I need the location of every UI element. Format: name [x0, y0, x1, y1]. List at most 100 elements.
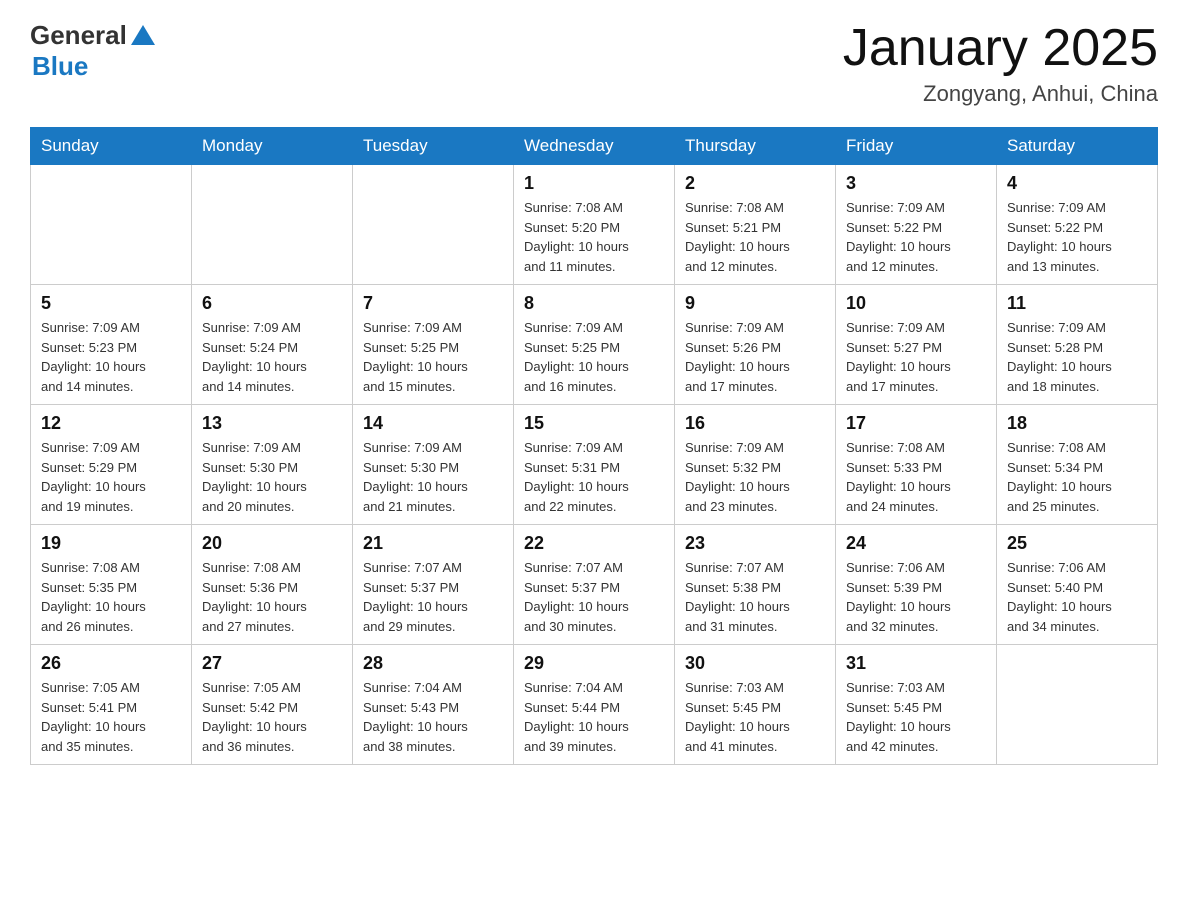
calendar-table: SundayMondayTuesdayWednesdayThursdayFrid… [30, 127, 1158, 765]
day-number: 13 [202, 413, 342, 434]
day-info: Sunrise: 7:04 AM Sunset: 5:44 PM Dayligh… [524, 678, 664, 756]
calendar-day-cell: 8 Sunrise: 7:09 AM Sunset: 5:25 PM Daylig… [514, 285, 675, 405]
calendar-title-section: January 2025 Zongyang, Anhui, China [843, 20, 1158, 107]
day-number: 21 [363, 533, 503, 554]
day-number: 9 [685, 293, 825, 314]
calendar-day-cell: 31Sunrise: 7:03 AM Sunset: 5:45 PM Dayli… [836, 645, 997, 765]
logo-triangle-icon [131, 25, 155, 45]
calendar-week-row: 1 Sunrise: 7:08 AM Sunset: 5:20 PM Daylig… [31, 165, 1158, 285]
day-info: Sunrise: 7:09 AM Sunset: 5:26 PM Dayligh… [685, 318, 825, 396]
calendar-subtitle: Zongyang, Anhui, China [843, 81, 1158, 107]
logo: General Blue [30, 20, 155, 82]
calendar-day-cell: 12 Sunrise: 7:09 AM Sunset: 5:29 PM Dayli… [31, 405, 192, 525]
calendar-day-cell: 24 Sunrise: 7:06 AM Sunset: 5:39 PM Dayli… [836, 525, 997, 645]
day-number: 7 [363, 293, 503, 314]
day-number: 12 [41, 413, 181, 434]
day-number: 22 [524, 533, 664, 554]
day-of-week-header: Saturday [997, 128, 1158, 165]
day-of-week-header: Friday [836, 128, 997, 165]
day-number: 23 [685, 533, 825, 554]
calendar-day-cell: 23Sunrise: 7:07 AM Sunset: 5:38 PM Dayli… [675, 525, 836, 645]
day-info: Sunrise: 7:05 AM Sunset: 5:41 PM Dayligh… [41, 678, 181, 756]
day-info: Sunrise: 7:06 AM Sunset: 5:39 PM Dayligh… [846, 558, 986, 636]
calendar-day-cell [997, 645, 1158, 765]
calendar-day-cell: 28 Sunrise: 7:04 AM Sunset: 5:43 PM Dayli… [353, 645, 514, 765]
day-info: Sunrise: 7:09 AM Sunset: 5:30 PM Dayligh… [202, 438, 342, 516]
calendar-day-cell: 11Sunrise: 7:09 AM Sunset: 5:28 PM Dayli… [997, 285, 1158, 405]
day-number: 6 [202, 293, 342, 314]
day-number: 28 [363, 653, 503, 674]
calendar-title: January 2025 [843, 20, 1158, 77]
calendar-day-cell: 20Sunrise: 7:08 AM Sunset: 5:36 PM Dayli… [192, 525, 353, 645]
day-number: 19 [41, 533, 181, 554]
day-info: Sunrise: 7:09 AM Sunset: 5:22 PM Dayligh… [846, 198, 986, 276]
calendar-day-cell [353, 165, 514, 285]
day-number: 1 [524, 173, 664, 194]
day-number: 16 [685, 413, 825, 434]
day-number: 27 [202, 653, 342, 674]
calendar-day-cell: 1 Sunrise: 7:08 AM Sunset: 5:20 PM Daylig… [514, 165, 675, 285]
logo-blue-text: Blue [32, 51, 88, 82]
day-info: Sunrise: 7:08 AM Sunset: 5:34 PM Dayligh… [1007, 438, 1147, 516]
calendar-day-cell: 7 Sunrise: 7:09 AM Sunset: 5:25 PM Daylig… [353, 285, 514, 405]
day-number: 3 [846, 173, 986, 194]
day-number: 29 [524, 653, 664, 674]
day-number: 5 [41, 293, 181, 314]
day-number: 11 [1007, 293, 1147, 314]
calendar-day-cell: 5 Sunrise: 7:09 AM Sunset: 5:23 PM Daylig… [31, 285, 192, 405]
day-info: Sunrise: 7:09 AM Sunset: 5:27 PM Dayligh… [846, 318, 986, 396]
day-number: 25 [1007, 533, 1147, 554]
calendar-day-cell: 9 Sunrise: 7:09 AM Sunset: 5:26 PM Daylig… [675, 285, 836, 405]
day-number: 17 [846, 413, 986, 434]
calendar-day-cell: 15 Sunrise: 7:09 AM Sunset: 5:31 PM Dayli… [514, 405, 675, 525]
calendar-week-row: 12 Sunrise: 7:09 AM Sunset: 5:29 PM Dayli… [31, 405, 1158, 525]
day-of-week-header: Tuesday [353, 128, 514, 165]
day-info: Sunrise: 7:09 AM Sunset: 5:23 PM Dayligh… [41, 318, 181, 396]
day-info: Sunrise: 7:09 AM Sunset: 5:25 PM Dayligh… [524, 318, 664, 396]
day-number: 4 [1007, 173, 1147, 194]
day-number: 30 [685, 653, 825, 674]
day-info: Sunrise: 7:07 AM Sunset: 5:37 PM Dayligh… [524, 558, 664, 636]
day-info: Sunrise: 7:08 AM Sunset: 5:20 PM Dayligh… [524, 198, 664, 276]
day-of-week-header: Wednesday [514, 128, 675, 165]
day-of-week-header: Sunday [31, 128, 192, 165]
page-header: General Blue January 2025 Zongyang, Anhu… [30, 20, 1158, 107]
day-number: 10 [846, 293, 986, 314]
calendar-day-cell: 2Sunrise: 7:08 AM Sunset: 5:21 PM Daylig… [675, 165, 836, 285]
calendar-day-cell [31, 165, 192, 285]
day-info: Sunrise: 7:06 AM Sunset: 5:40 PM Dayligh… [1007, 558, 1147, 636]
calendar-day-cell: 27 Sunrise: 7:05 AM Sunset: 5:42 PM Dayli… [192, 645, 353, 765]
day-number: 18 [1007, 413, 1147, 434]
calendar-day-cell: 21 Sunrise: 7:07 AM Sunset: 5:37 PM Dayli… [353, 525, 514, 645]
calendar-day-cell: 4 Sunrise: 7:09 AM Sunset: 5:22 PM Daylig… [997, 165, 1158, 285]
day-number: 24 [846, 533, 986, 554]
day-number: 20 [202, 533, 342, 554]
day-info: Sunrise: 7:09 AM Sunset: 5:31 PM Dayligh… [524, 438, 664, 516]
day-info: Sunrise: 7:09 AM Sunset: 5:32 PM Dayligh… [685, 438, 825, 516]
day-of-week-header: Monday [192, 128, 353, 165]
day-info: Sunrise: 7:04 AM Sunset: 5:43 PM Dayligh… [363, 678, 503, 756]
day-number: 15 [524, 413, 664, 434]
day-info: Sunrise: 7:09 AM Sunset: 5:24 PM Dayligh… [202, 318, 342, 396]
calendar-week-row: 19 Sunrise: 7:08 AM Sunset: 5:35 PM Dayli… [31, 525, 1158, 645]
day-info: Sunrise: 7:05 AM Sunset: 5:42 PM Dayligh… [202, 678, 342, 756]
day-info: Sunrise: 7:09 AM Sunset: 5:29 PM Dayligh… [41, 438, 181, 516]
logo-general-text: General [30, 20, 127, 51]
calendar-day-cell: 14Sunrise: 7:09 AM Sunset: 5:30 PM Dayli… [353, 405, 514, 525]
calendar-day-cell: 3 Sunrise: 7:09 AM Sunset: 5:22 PM Daylig… [836, 165, 997, 285]
calendar-day-cell: 13 Sunrise: 7:09 AM Sunset: 5:30 PM Dayli… [192, 405, 353, 525]
calendar-day-cell: 26 Sunrise: 7:05 AM Sunset: 5:41 PM Dayli… [31, 645, 192, 765]
calendar-day-cell: 29 Sunrise: 7:04 AM Sunset: 5:44 PM Dayli… [514, 645, 675, 765]
day-info: Sunrise: 7:03 AM Sunset: 5:45 PM Dayligh… [846, 678, 986, 756]
day-info: Sunrise: 7:07 AM Sunset: 5:37 PM Dayligh… [363, 558, 503, 636]
calendar-day-cell: 10 Sunrise: 7:09 AM Sunset: 5:27 PM Dayli… [836, 285, 997, 405]
day-number: 26 [41, 653, 181, 674]
day-info: Sunrise: 7:09 AM Sunset: 5:22 PM Dayligh… [1007, 198, 1147, 276]
day-of-week-header: Thursday [675, 128, 836, 165]
day-info: Sunrise: 7:08 AM Sunset: 5:35 PM Dayligh… [41, 558, 181, 636]
calendar-day-cell: 25 Sunrise: 7:06 AM Sunset: 5:40 PM Dayli… [997, 525, 1158, 645]
calendar-day-cell: 19 Sunrise: 7:08 AM Sunset: 5:35 PM Dayli… [31, 525, 192, 645]
day-number: 2 [685, 173, 825, 194]
day-info: Sunrise: 7:09 AM Sunset: 5:25 PM Dayligh… [363, 318, 503, 396]
day-number: 8 [524, 293, 664, 314]
